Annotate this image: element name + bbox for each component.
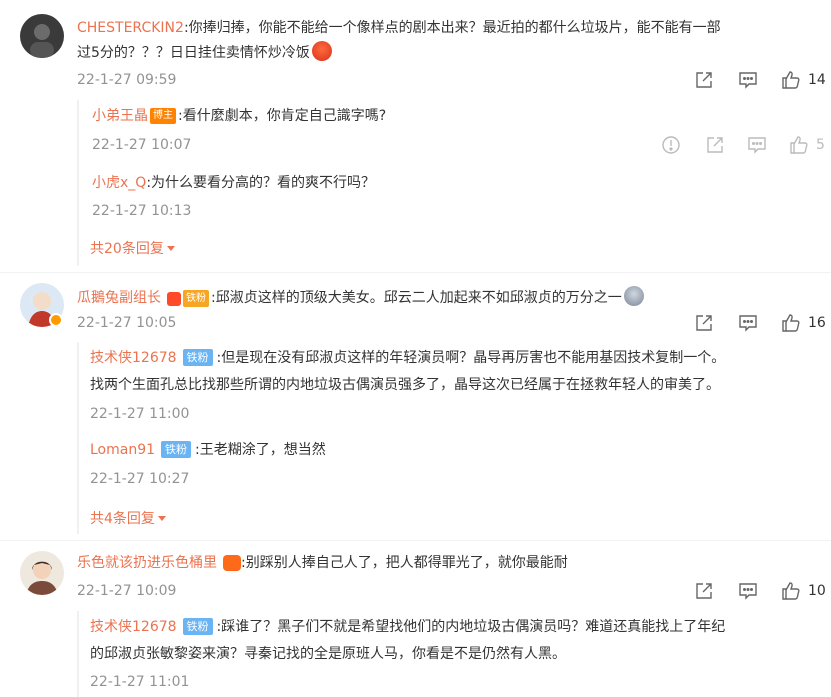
share-button[interactable] <box>705 135 725 155</box>
avatar[interactable] <box>20 551 64 595</box>
like-count: 16 <box>808 315 826 331</box>
fan-badge: 铁粉 <box>182 349 213 366</box>
reply-username[interactable]: 技术侠12678 <box>90 619 177 635</box>
share-button[interactable] <box>694 313 714 333</box>
fan-badge: 铁粉 <box>161 441 192 458</box>
reply-text-cont: 的邱淑贞张敏黎姿来演？寻秦记找的全是原班人马，你看是不是仍然有人黑。 <box>90 646 566 662</box>
comment-text: 瓜鵝兔副组长 铁粉:邱淑贞这样的顶级大美女。邱云二人加起来不如邱淑贞的万分之一 <box>77 286 644 308</box>
reply-time: 22-1-27 11:01 <box>90 674 190 690</box>
comment-username[interactable]: 乐色就该扔进乐色桶里 <box>77 555 217 571</box>
divider <box>0 272 831 273</box>
reply-time: 22-1-27 10:27 <box>90 471 190 487</box>
angry-emoji-icon <box>311 41 332 61</box>
reply-text: 小虎x_Q:为什么要看分高的？看的爽不行吗？ <box>92 175 376 191</box>
reply-list: 小弟王晶 博主:看什麼劇本，你肯定自己識字嗎? 22-1-27 10:07 5 小… <box>77 100 825 266</box>
reply-username[interactable]: 技术侠12678 <box>90 350 177 366</box>
comment-icon <box>738 313 758 333</box>
reply-time: 22-1-27 10:07 <box>92 137 192 153</box>
caret-down-icon <box>157 516 166 521</box>
reply-text: Loman91 铁粉:王老糊涂了，想当然 <box>90 441 326 458</box>
reply-text: 技术侠12678 铁粉:踩谁了？黑子们不就是希望找他们的内地垃圾古偶演员吗？难道还… <box>90 618 726 635</box>
caret-down-icon <box>166 246 175 251</box>
like-count: 14 <box>808 72 826 88</box>
thumbs-up-icon <box>781 70 801 90</box>
share-icon <box>694 70 714 90</box>
like-count: 5 <box>816 137 825 153</box>
reply-list: 技术侠12678 铁粉:踩谁了？黑子们不就是希望找他们的内地垃圾古偶演员吗？难道还… <box>77 611 817 697</box>
reply-text-cont: 找两个生面孔总比找那些所谓的内地垃圾古偶演员强多了，晶导这次已经属于在拯救年轻人… <box>90 377 720 393</box>
fan-badge: 铁粉 <box>183 290 209 307</box>
reply-username[interactable]: 小弟王晶 <box>92 108 148 124</box>
laughing-emoji-icon <box>623 286 644 306</box>
reply-list: 技术侠12678 铁粉:但是现在没有邱淑贞这样的年轻演员啊？晶导再厉害也不能用基因… <box>77 342 817 534</box>
comment-icon <box>738 581 758 601</box>
comment-time: 22-1-27 10:05 <box>77 315 177 331</box>
comment-text: CHESTERCKIN2:你捧归捧，你能不能给一个像样点的剧本出来？最近拍的都什… <box>77 20 721 36</box>
comment-time: 22-1-27 10:09 <box>77 583 177 599</box>
comment-button[interactable] <box>738 581 758 601</box>
share-button[interactable] <box>694 581 714 601</box>
comment-icon <box>747 135 767 155</box>
more-replies-link[interactable]: 共4条回复 <box>90 509 166 529</box>
share-icon <box>694 313 714 333</box>
author-badge: 博主 <box>150 108 176 124</box>
more-replies-link[interactable]: 共20条回复 <box>90 239 175 259</box>
crown-icon <box>167 292 181 306</box>
reply-time: 22-1-27 10:13 <box>92 203 192 219</box>
reply-time: 22-1-27 11:00 <box>90 406 190 422</box>
comment-username[interactable]: CHESTERCKIN2 <box>77 20 184 36</box>
report-icon <box>661 135 681 155</box>
comment-username[interactable]: 瓜鵝兔副组长 <box>77 290 161 306</box>
reply-text: 技术侠12678 铁粉:但是现在没有邱淑贞这样的年轻演员啊？晶导再厉害也不能用基因… <box>90 349 726 366</box>
thumbs-up-icon <box>781 581 801 601</box>
report-button[interactable] <box>661 135 681 155</box>
like-count: 10 <box>808 583 826 599</box>
avatar[interactable] <box>20 14 64 58</box>
reply-username[interactable]: Loman91 <box>90 442 155 458</box>
fan-badge: 铁粉 <box>182 618 213 635</box>
like-button[interactable]: 16 <box>781 313 826 333</box>
comment-button[interactable] <box>738 70 758 90</box>
like-button[interactable]: 10 <box>781 581 826 601</box>
reply-text: 小弟王晶 博主:看什麼劇本，你肯定自己識字嗎? <box>92 108 387 124</box>
crown-icon <box>223 555 241 571</box>
like-button[interactable]: 5 <box>789 135 825 155</box>
reply-username[interactable]: 小虎x_Q <box>92 175 146 191</box>
share-button[interactable] <box>694 70 714 90</box>
comment-icon <box>738 70 758 90</box>
thumbs-up-icon <box>789 135 809 155</box>
comment-button[interactable] <box>738 313 758 333</box>
comment-time: 22-1-27 09:59 <box>77 72 177 88</box>
thumbs-up-icon <box>781 313 801 333</box>
comment-text-cont: 过5分的？？？日日挂住卖情怀炒冷饭 <box>77 41 332 63</box>
like-button[interactable]: 14 <box>781 70 826 90</box>
comment-button[interactable] <box>747 135 767 155</box>
divider <box>0 540 831 541</box>
share-icon <box>694 581 714 601</box>
share-icon <box>705 135 725 155</box>
verified-badge-icon <box>49 313 63 327</box>
comment-text: 乐色就该扔进乐色桶里:别踩别人捧自己人了，把人都得罪光了，就你最能耐 <box>77 555 568 571</box>
